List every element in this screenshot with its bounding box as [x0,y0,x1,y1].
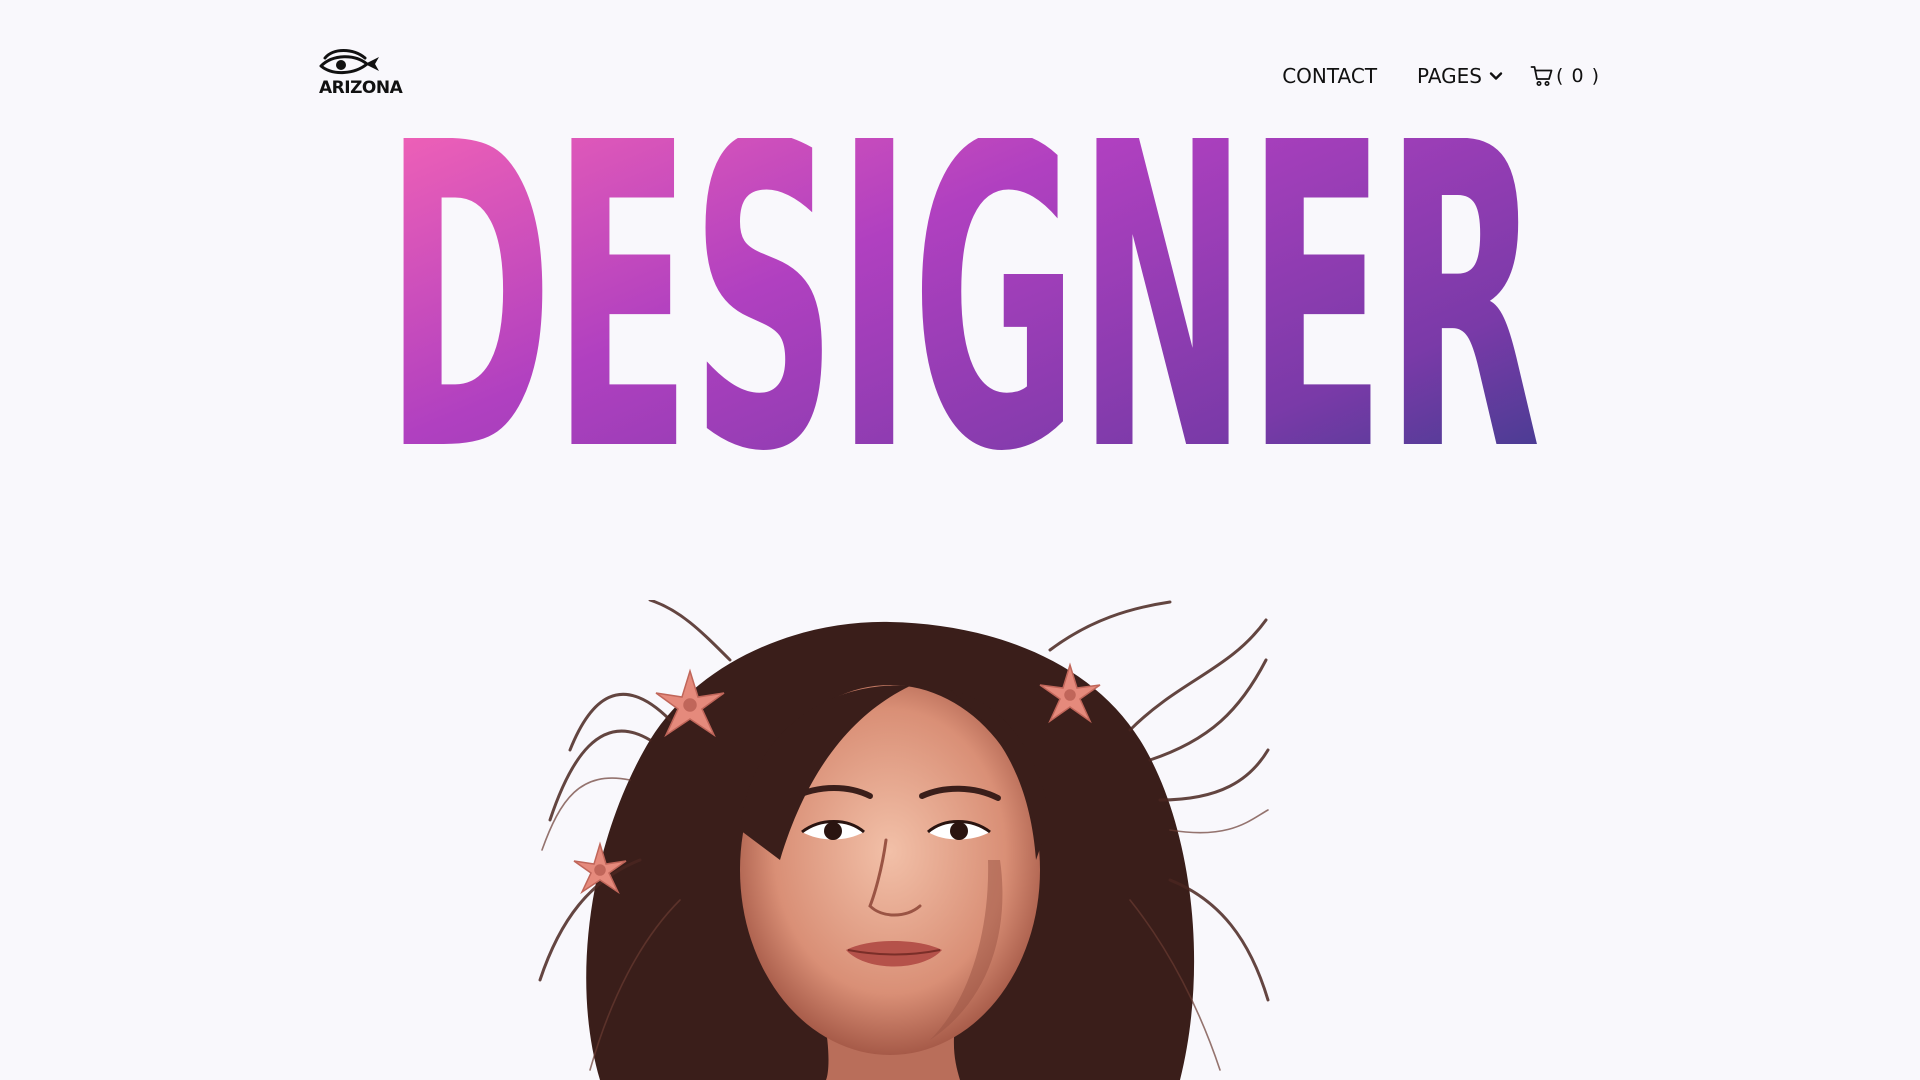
nav-contact-link[interactable]: CONTACT [1282,64,1377,88]
page: ARIZONA CONTACT PAGES ( 0 ) DESIGNER [0,0,1920,1080]
main-nav: CONTACT PAGES ( 0 ) [1282,62,1600,90]
nav-pages-label: PAGES [1417,64,1482,88]
cart-count: ( 0 ) [1556,65,1600,87]
chevron-down-icon [1489,72,1503,80]
portrait-illustration [538,600,1270,1080]
nav-pages-dropdown[interactable]: PAGES [1417,64,1504,88]
hero-title-text: DESIGNER [385,138,1541,458]
hero-title: DESIGNER [385,138,1541,458]
shopping-cart-icon [1530,66,1553,86]
logo-text: ARIZONA [319,78,403,98]
cart-button[interactable]: ( 0 ) [1530,64,1600,88]
eye-fish-logo-icon [319,49,379,74]
logo-link[interactable]: ARIZONA [317,46,407,100]
